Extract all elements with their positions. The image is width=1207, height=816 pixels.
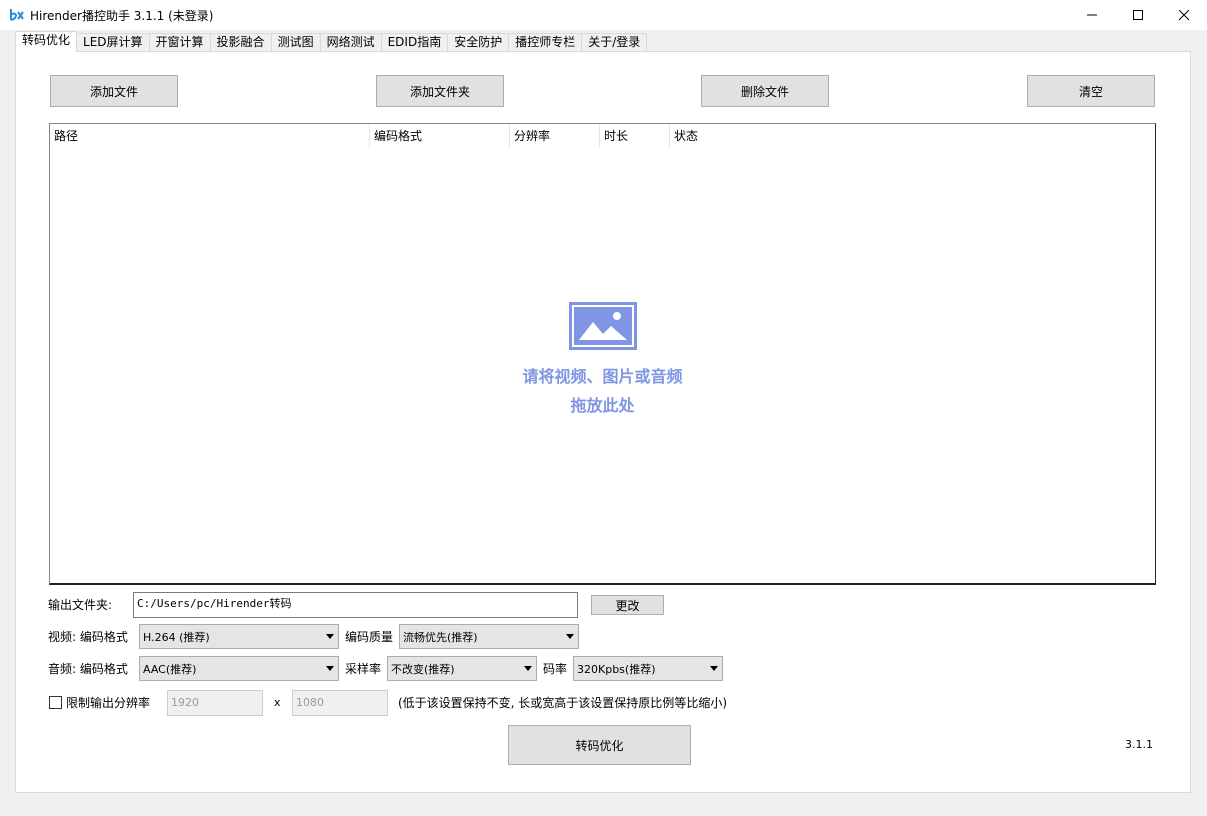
- file-list[interactable]: 路径 编码格式 分辨率 时长 状态 请将视频、图片或音频 拖放此处: [49, 123, 1156, 585]
- bitrate-label: 码率: [543, 662, 568, 676]
- audio-codec-label: 音频: 编码格式: [48, 662, 128, 676]
- video-quality-label: 编码质量: [345, 630, 394, 644]
- column-status[interactable]: 状态: [670, 124, 750, 148]
- video-codec-select[interactable]: H.264 (推荐): [139, 624, 339, 649]
- tab-bar: 转码优化 LED屏计算 开窗计算 投影融合 测试图 网络测试 EDID指南 安全…: [15, 31, 648, 52]
- column-codec[interactable]: 编码格式: [370, 124, 510, 148]
- close-icon: [1179, 10, 1189, 20]
- window-title: Hirender播控助手 3.1.1 (未登录): [30, 9, 214, 23]
- limit-height-input[interactable]: 1080: [292, 690, 388, 716]
- change-folder-button[interactable]: 更改: [591, 595, 664, 615]
- tab-about-login[interactable]: 关于/登录: [581, 33, 648, 52]
- samplerate-label: 采样率: [345, 662, 382, 676]
- drop-zone: 请将视频、图片或音频 拖放此处: [50, 302, 1155, 420]
- output-folder-input[interactable]: C:/Users/pc/Hirender转码: [133, 592, 578, 618]
- drop-hint-line1: 请将视频、图片或音频: [522, 367, 683, 386]
- app-logo-icon: [10, 9, 24, 21]
- title-bar: Hirender播控助手 3.1.1 (未登录): [0, 0, 1207, 30]
- tab-led-calc[interactable]: LED屏计算: [76, 33, 150, 52]
- clear-button[interactable]: 清空: [1027, 75, 1155, 107]
- limit-separator: x: [274, 696, 281, 709]
- chevron-down-icon: [520, 666, 536, 671]
- video-codec-label: 视频: 编码格式: [48, 630, 128, 644]
- tab-operator-column[interactable]: 播控师专栏: [508, 33, 583, 52]
- tab-network-test[interactable]: 网络测试: [319, 33, 382, 52]
- video-codec-value: H.264 (推荐): [143, 630, 210, 644]
- tab-security[interactable]: 安全防护: [447, 33, 510, 52]
- samplerate-value: 不改变(推荐): [391, 662, 455, 676]
- add-folder-button[interactable]: 添加文件夹: [376, 75, 504, 107]
- image-placeholder-icon: [568, 302, 637, 350]
- limit-resolution-label[interactable]: 限制输出分辨率: [66, 693, 150, 713]
- transcode-button[interactable]: 转码优化: [508, 725, 691, 765]
- chevron-down-icon: [562, 634, 578, 639]
- column-duration[interactable]: 时长: [600, 124, 670, 148]
- tab-window-calc[interactable]: 开窗计算: [148, 33, 211, 52]
- tab-projection-blend[interactable]: 投影融合: [209, 33, 272, 52]
- chevron-down-icon: [706, 666, 722, 671]
- chevron-down-icon: [322, 634, 338, 639]
- audio-codec-value: AAC(推荐): [143, 662, 197, 676]
- column-path[interactable]: 路径: [50, 124, 370, 148]
- bitrate-value: 320Kpbs(推荐): [577, 662, 656, 676]
- version-label: 3.1.1: [1125, 738, 1153, 751]
- audio-codec-select[interactable]: AAC(推荐): [139, 656, 339, 681]
- output-folder-label: 输出文件夹:: [48, 598, 113, 612]
- tab-edid-guide[interactable]: EDID指南: [380, 33, 449, 52]
- video-quality-value: 流畅优先(推荐): [403, 630, 478, 644]
- samplerate-select[interactable]: 不改变(推荐): [387, 656, 537, 681]
- bitrate-select[interactable]: 320Kpbs(推荐): [573, 656, 723, 681]
- limit-resolution-hint: (低于该设置保持不变, 长或宽高于该设置保持原比例等比缩小): [398, 696, 727, 710]
- tab-transcode[interactable]: 转码优化: [15, 31, 78, 52]
- minimize-button[interactable]: [1069, 0, 1115, 30]
- add-file-button[interactable]: 添加文件: [50, 75, 178, 107]
- file-list-header: 路径 编码格式 分辨率 时长 状态: [50, 124, 1155, 148]
- video-quality-select[interactable]: 流畅优先(推荐): [399, 624, 579, 649]
- chevron-down-icon: [322, 666, 338, 671]
- limit-width-input[interactable]: 1920: [167, 690, 263, 716]
- close-button[interactable]: [1161, 0, 1207, 30]
- minimize-icon: [1087, 14, 1097, 16]
- limit-resolution-checkbox[interactable]: [49, 696, 62, 709]
- column-resolution[interactable]: 分辨率: [510, 124, 600, 148]
- drop-hint-line2: 拖放此处: [570, 396, 635, 415]
- tab-test-pattern[interactable]: 测试图: [270, 33, 321, 52]
- delete-file-button[interactable]: 删除文件: [701, 75, 829, 107]
- maximize-icon: [1133, 10, 1143, 20]
- maximize-button[interactable]: [1115, 0, 1161, 30]
